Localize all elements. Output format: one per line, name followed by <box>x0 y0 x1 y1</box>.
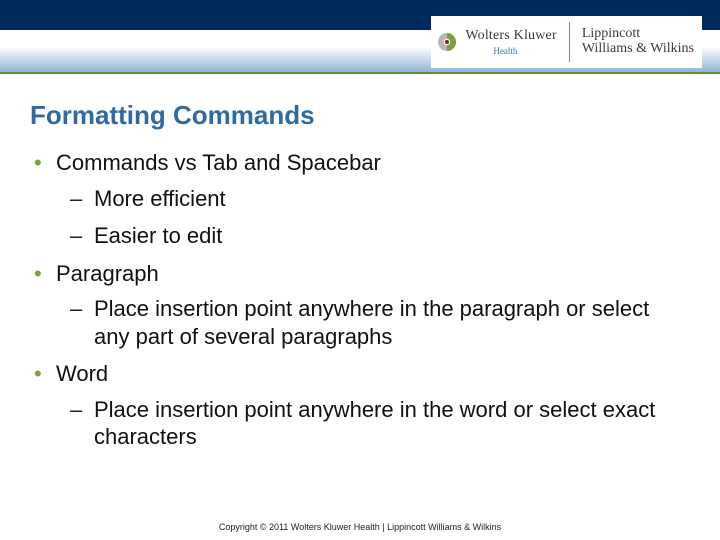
bullet-item: Word Place insertion point anywhere in t… <box>30 360 690 451</box>
sub-bullet-item: Place insertion point anywhere in the pa… <box>56 295 690 350</box>
brand-block: Wolters Kluwer Health Lippincott William… <box>431 16 702 68</box>
copyright-text: Copyright © 2011 Wolters Kluwer Health |… <box>219 522 501 532</box>
brand2-line1: Lippincott <box>582 27 694 42</box>
sub-bullet-list: More efficient Easier to edit <box>56 185 690 250</box>
header-accent-line <box>0 72 720 74</box>
bullet-text: Commands vs Tab and Spacebar <box>56 150 381 175</box>
wolters-kluwer-logo: Wolters Kluwer Health <box>435 22 569 62</box>
slide-title: Formatting Commands <box>30 100 690 131</box>
slide-header: Wolters Kluwer Health Lippincott William… <box>0 0 720 82</box>
bullet-list: Commands vs Tab and Spacebar More effici… <box>30 149 690 451</box>
slide-footer: Copyright © 2011 Wolters Kluwer Health |… <box>0 522 720 532</box>
sub-bullet-item: More efficient <box>56 185 690 213</box>
lippincott-logo: Lippincott Williams & Wilkins <box>570 27 694 56</box>
sub-bullet-text: Place insertion point anywhere in the wo… <box>94 397 655 450</box>
brand1-subtitle: Health <box>465 47 556 56</box>
sub-bullet-item: Easier to edit <box>56 222 690 250</box>
sub-bullet-text: More efficient <box>94 186 226 211</box>
brand1-name: Wolters Kluwer <box>465 29 556 43</box>
sub-bullet-list: Place insertion point anywhere in the wo… <box>56 396 690 451</box>
bullet-item: Paragraph Place insertion point anywhere… <box>30 260 690 351</box>
bullet-item: Commands vs Tab and Spacebar More effici… <box>30 149 690 250</box>
sub-bullet-text: Easier to edit <box>94 223 222 248</box>
sub-bullet-text: Place insertion point anywhere in the pa… <box>94 296 649 349</box>
slide-content: Formatting Commands Commands vs Tab and … <box>0 82 720 451</box>
bullet-text: Paragraph <box>56 261 159 286</box>
brand2-line2: Williams & Wilkins <box>582 42 694 57</box>
sub-bullet-list: Place insertion point anywhere in the pa… <box>56 295 690 350</box>
bullet-text: Word <box>56 361 108 386</box>
wolters-kluwer-icon <box>435 30 459 54</box>
sub-bullet-item: Place insertion point anywhere in the wo… <box>56 396 690 451</box>
